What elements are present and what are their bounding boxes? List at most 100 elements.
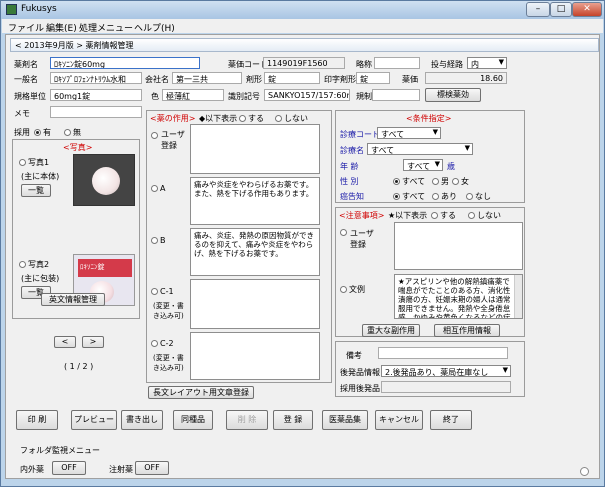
generic-info-select[interactable]: 2.後発品あり、薬局在庫なし ▼: [381, 365, 511, 377]
action-user-text[interactable]: [190, 124, 320, 174]
label-effect-button[interactable]: 標検薬効: [425, 88, 481, 102]
long-layout-button[interactable]: 長文レイアウト用文章登録: [148, 386, 254, 399]
abbrev-field[interactable]: [374, 57, 420, 69]
menu-help[interactable]: ヘルプ(H): [134, 21, 175, 34]
radio-icon: [151, 185, 158, 192]
price-code-field: 1149019F1560: [263, 57, 345, 69]
route-label: 投与経路: [431, 60, 463, 69]
remarks-field[interactable]: [378, 347, 508, 359]
sex-label: 性 別: [340, 177, 359, 186]
radio-icon: [340, 286, 347, 293]
age-select[interactable]: すべて ▼: [403, 159, 443, 171]
form-field[interactable]: 錠: [264, 72, 320, 84]
reg-field[interactable]: [372, 89, 420, 101]
route-select[interactable]: 内 ▼: [467, 57, 507, 69]
photo-panel: <写真> 写真1 (主に本体) 一覧 写真2 (主に包装) 一覧 ﾛｷｿﾆﾝ錠: [12, 139, 140, 319]
window-title: Fukusys: [21, 4, 57, 14]
remarks-label: 備考: [346, 351, 362, 360]
internal-toggle[interactable]: OFF: [52, 461, 86, 475]
caution-dont-label: しない: [477, 211, 501, 220]
sex-female-radio[interactable]: 女: [452, 176, 469, 187]
sex-all-radio[interactable]: すべて: [393, 176, 425, 187]
color-field[interactable]: 極薄紅: [162, 89, 224, 101]
cancel-button[interactable]: キャンセル: [375, 410, 423, 430]
action-c1-text[interactable]: [190, 279, 320, 329]
photo-header: <写真>: [63, 143, 93, 152]
caution-example-radio[interactable]: 文例: [340, 284, 365, 295]
notice-label: 癌告知: [340, 192, 364, 201]
action-show-radio[interactable]: する: [239, 113, 264, 124]
maximize-button[interactable]: □: [550, 2, 572, 17]
adopt-yes-radio[interactable]: 有: [34, 127, 51, 138]
english-info-button[interactable]: 英文情報管理: [41, 293, 105, 306]
scrollbar[interactable]: [514, 275, 522, 318]
print-button[interactable]: 印 刷: [16, 410, 58, 430]
caution-user-radio[interactable]: [340, 228, 349, 237]
notice-all-radio[interactable]: すべて: [393, 191, 425, 202]
close-button[interactable]: ✕: [572, 2, 602, 17]
main-form: < 2013年9月版 > 薬剤情報管理 薬剤名 ﾛｷｿﾆﾝ錠60mg 薬価コード…: [5, 34, 600, 479]
caution-example-text[interactable]: ★アスピリンや他の解熱鎮痛薬で喘息がでたことのある方、消化性潰瘍の方、妊娠末期の…: [394, 274, 523, 319]
menu-edit[interactable]: 編集(E): [46, 21, 77, 34]
adopt-no-radio[interactable]: 無: [64, 127, 81, 138]
stamp-form-field[interactable]: 錠: [356, 72, 390, 84]
prev-photo-button[interactable]: <: [54, 336, 76, 348]
dept-name-select[interactable]: すべて ▼: [367, 143, 473, 155]
radio-icon: [151, 132, 158, 139]
sex-male-radio[interactable]: 男: [432, 176, 449, 187]
action-c2-radio[interactable]: C-2: [151, 339, 174, 348]
generic-field[interactable]: ﾛｷｿﾌﾟﾛﾌｪﾝﾅﾄﾘｳﾑ水和: [50, 72, 142, 84]
exit-button[interactable]: 終了: [430, 410, 472, 430]
photo2-radio[interactable]: 写真2: [19, 259, 49, 270]
action-hide-radio[interactable]: しない: [275, 113, 308, 124]
notice-yes-radio[interactable]: あり: [432, 191, 457, 202]
menu-process[interactable]: 処理メニュー: [79, 21, 133, 34]
register-button[interactable]: 登 録: [273, 410, 313, 430]
chevron-down-icon: ▼: [498, 58, 504, 66]
dept-code-value: すべて: [381, 130, 405, 139]
action-a-text[interactable]: 痛みや炎症をやわらげるお薬です。また、熱を下げる作用もあります。: [190, 177, 320, 225]
minimize-button[interactable]: –: [526, 2, 550, 17]
next-photo-button[interactable]: >: [82, 336, 104, 348]
action-a-radio[interactable]: A: [151, 184, 165, 193]
preview-button[interactable]: プレビュー: [71, 410, 117, 430]
chevron-down-icon: ▼: [432, 128, 438, 136]
caution-user-text[interactable]: [394, 222, 523, 270]
action-c2-text[interactable]: [190, 332, 320, 380]
drug-catalog-button[interactable]: 医薬品集: [322, 410, 368, 430]
caution-show-label: ★以下表示: [388, 211, 428, 220]
title-bar: Fukusys – □ ✕: [1, 1, 604, 19]
caution-hide-radio[interactable]: しない: [468, 210, 501, 221]
caution-show-radio[interactable]: する: [431, 210, 456, 221]
radio-icon: [34, 129, 41, 136]
company-label: 会社名: [145, 75, 169, 84]
interaction-info-button[interactable]: 相互作用情報: [434, 324, 500, 337]
adopt-yes-label: 有: [43, 128, 51, 137]
notice-no-radio[interactable]: なし: [466, 191, 491, 202]
action-c1-radio[interactable]: C-1: [151, 287, 174, 296]
radio-icon: [452, 178, 459, 185]
id-field[interactable]: SANKYO157/157:60mg: [264, 89, 350, 101]
dept-code-select[interactable]: すべて ▼: [377, 127, 441, 139]
adopt-generic-label: 採用後発品: [340, 384, 380, 393]
injection-toggle[interactable]: OFF: [135, 461, 169, 475]
drug-name-field[interactable]: ﾛｷｿﾆﾝ錠60mg: [50, 57, 200, 69]
photo1-list-button[interactable]: 一覧: [21, 184, 51, 197]
dept-name-value: すべて: [371, 146, 395, 155]
similar-drug-button[interactable]: 同種品: [173, 410, 213, 430]
id-label: 識別記号: [228, 92, 260, 101]
action-user-radio[interactable]: [151, 131, 160, 140]
photo2-label: 写真2: [28, 260, 50, 269]
company-field[interactable]: 第一三共: [172, 72, 242, 84]
action-b-radio[interactable]: B: [151, 236, 166, 245]
unit-field[interactable]: 60mg1錠: [50, 89, 142, 101]
photo1-radio[interactable]: 写真1: [19, 157, 49, 168]
action-b-text[interactable]: 痛み、炎症、発熱の原因物質ができるのを抑えて、痛みや炎症をやわらげ、熱を下げるお…: [190, 228, 320, 276]
action-show-label-yes: する: [248, 114, 264, 123]
export-button[interactable]: 書き出し: [121, 410, 163, 430]
serious-side-effect-button[interactable]: 重大な副作用: [362, 324, 420, 337]
radio-icon: [239, 115, 246, 122]
menu-file[interactable]: ファイル: [8, 21, 44, 34]
photo1-label: 写真1: [28, 158, 50, 167]
memo-field[interactable]: [50, 106, 142, 118]
